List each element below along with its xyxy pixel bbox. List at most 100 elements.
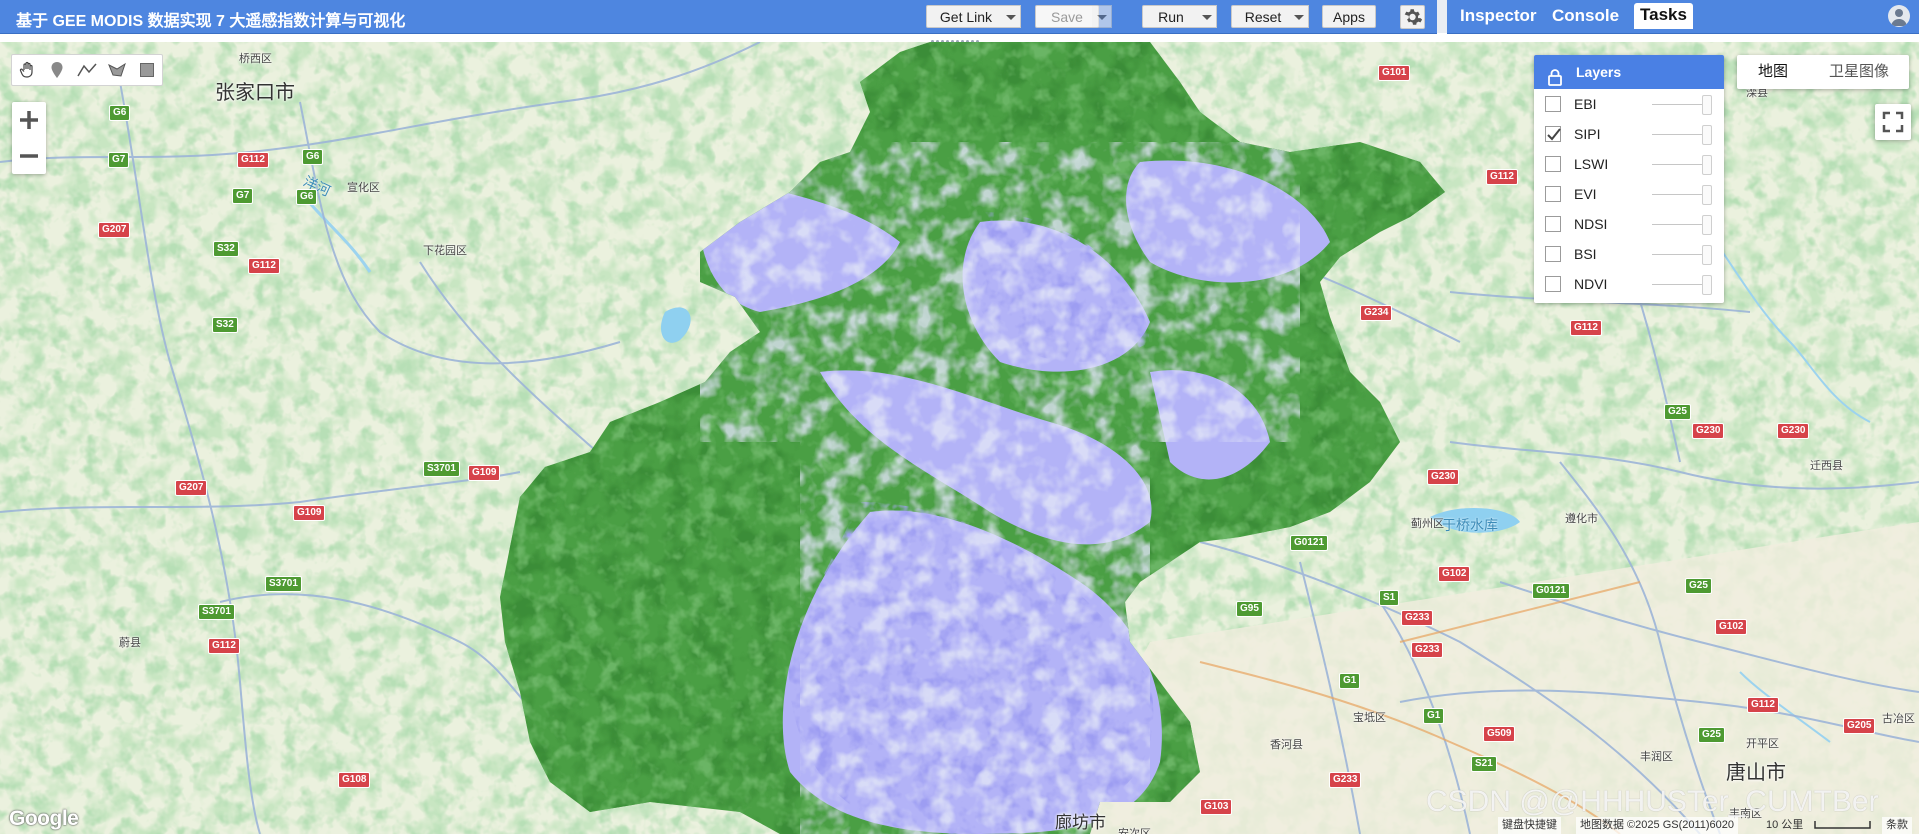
layers-header[interactable]: Layers xyxy=(1534,55,1724,89)
layer-name: EVI xyxy=(1574,186,1597,202)
road-shield: G95 xyxy=(1236,601,1263,617)
road-shield: G25 xyxy=(1685,578,1712,594)
polygon-tool-icon[interactable] xyxy=(102,55,132,85)
opacity-slider-track[interactable] xyxy=(1652,134,1708,135)
save-button[interactable]: Save xyxy=(1035,5,1099,28)
opacity-slider-track[interactable] xyxy=(1652,194,1708,195)
csdn-watermark: CSDN @@HHHUSTer_CUMTBer xyxy=(1426,785,1879,818)
layer-row-ndvi[interactable]: NDVI xyxy=(1534,269,1724,299)
district-label: 香河县 xyxy=(1270,739,1303,751)
layer-checkbox[interactable] xyxy=(1545,246,1561,262)
map-resize-handle[interactable] xyxy=(930,33,980,43)
opacity-slider-track[interactable] xyxy=(1652,224,1708,225)
reset-button[interactable]: Reset xyxy=(1231,5,1295,28)
keyboard-shortcuts-link[interactable]: 键盘快捷键 xyxy=(1498,817,1561,834)
road-shield: G103 xyxy=(1200,799,1233,815)
run-dropdown-icon[interactable] xyxy=(1197,5,1217,28)
road-shield: G233 xyxy=(1411,642,1444,658)
layer-checkbox[interactable] xyxy=(1545,276,1561,292)
opacity-slider-handle[interactable] xyxy=(1702,215,1712,235)
layer-checkbox[interactable] xyxy=(1545,156,1561,172)
opacity-slider-handle[interactable] xyxy=(1702,245,1712,265)
district-label: 蓟州区 xyxy=(1411,518,1444,530)
map-type-satellite[interactable]: 卫星图像 xyxy=(1809,55,1909,89)
zoom-in-icon[interactable] xyxy=(12,102,46,138)
get-link-dropdown-icon[interactable] xyxy=(1001,5,1021,28)
district-label: 下花园区 xyxy=(423,245,467,257)
layer-row-ndsi[interactable]: NDSI xyxy=(1534,209,1724,239)
road-shield: G112 xyxy=(1570,320,1602,336)
map-type-map[interactable]: 地图 xyxy=(1737,55,1809,89)
road-shield: S32 xyxy=(212,317,238,333)
fullscreen-icon[interactable] xyxy=(1875,104,1911,140)
road-shield: G207 xyxy=(98,222,131,238)
opacity-slider-track[interactable] xyxy=(1652,164,1708,165)
panel-divider[interactable] xyxy=(1437,0,1447,33)
district-label: 迁西县 xyxy=(1810,460,1843,472)
road-shield: G7 xyxy=(232,188,254,204)
user-avatar-icon[interactable] xyxy=(1888,5,1910,27)
layer-checkbox[interactable] xyxy=(1545,216,1561,232)
layer-row-evi[interactable]: EVI xyxy=(1534,179,1724,209)
road-shield: G233 xyxy=(1329,772,1362,788)
layer-name: LSWI xyxy=(1574,156,1609,172)
district-label: 开平区 xyxy=(1746,738,1779,750)
opacity-slider-handle[interactable] xyxy=(1702,125,1712,145)
layer-checkbox[interactable] xyxy=(1545,186,1561,202)
tab-tasks[interactable]: Tasks xyxy=(1634,3,1693,29)
line-tool-icon[interactable] xyxy=(72,55,102,85)
layer-row-ebi[interactable]: EBI xyxy=(1534,89,1724,119)
layer-name: NDVI xyxy=(1574,276,1608,292)
road-shield: S21 xyxy=(1471,756,1497,772)
opacity-slider-handle[interactable] xyxy=(1702,185,1712,205)
opacity-slider-track[interactable] xyxy=(1652,254,1708,255)
road-shield: G6 xyxy=(302,149,324,165)
water-label: 于桥水库 xyxy=(1442,517,1498,533)
opacity-slider-handle[interactable] xyxy=(1702,155,1712,175)
district-label: 蔚县 xyxy=(119,637,141,649)
road-shield: S3701 xyxy=(198,604,235,620)
rectangle-tool-icon[interactable] xyxy=(132,55,162,85)
road-shield: G109 xyxy=(468,465,501,481)
zoom-out-icon[interactable] xyxy=(12,138,46,174)
opacity-slider-track[interactable] xyxy=(1652,284,1708,285)
road-shield: G207 xyxy=(175,480,208,496)
script-title: 基于 GEE MODIS 数据实现 7 大遥感指数计算与可视化 xyxy=(16,13,406,30)
marker-icon[interactable] xyxy=(42,55,72,85)
tab-inspector[interactable]: Inspector xyxy=(1454,4,1543,30)
road-shield: G102 xyxy=(1715,619,1748,635)
road-shield: G1 xyxy=(1339,673,1361,689)
road-shield: G101 xyxy=(1378,65,1411,81)
road-shield: G230 xyxy=(1427,469,1460,485)
terms-link[interactable]: 条款 xyxy=(1882,817,1912,834)
layer-row-lswi[interactable]: LSWI xyxy=(1534,149,1724,179)
layer-name: NDSI xyxy=(1574,216,1608,232)
district-label: 桥西区 xyxy=(239,53,272,65)
opacity-slider-handle[interactable] xyxy=(1702,275,1712,295)
road-shield: G230 xyxy=(1777,423,1810,439)
layer-checkbox[interactable] xyxy=(1545,126,1561,142)
road-shield: G112 xyxy=(248,258,280,274)
apps-button[interactable]: Apps xyxy=(1322,5,1376,28)
get-link-button[interactable]: Get Link xyxy=(926,5,1006,28)
pan-hand-icon[interactable] xyxy=(12,55,42,85)
opacity-slider-track[interactable] xyxy=(1652,104,1708,105)
opacity-slider-handle[interactable] xyxy=(1702,95,1712,115)
layer-row-bsi[interactable]: BSI xyxy=(1534,239,1724,269)
save-dropdown-icon[interactable] xyxy=(1092,5,1112,28)
map-canvas[interactable]: 张家口市 唐山市 廊坊市 桥西区 宣化区 下花园区 蔚县 香河县 宝坻区 蓟州区… xyxy=(0,42,1919,834)
google-logo: Google xyxy=(9,807,79,830)
reset-dropdown-icon[interactable] xyxy=(1289,5,1309,28)
map-type-control: 地图 卫星图像 xyxy=(1737,55,1909,89)
layer-checkbox[interactable] xyxy=(1545,96,1561,112)
road-shield: S32 xyxy=(213,241,239,257)
layer-list: EBI SIPI LSWI EVI NDSI BSI NDVI xyxy=(1534,89,1724,299)
run-button[interactable]: Run xyxy=(1142,5,1200,28)
tab-console[interactable]: Console xyxy=(1546,4,1625,30)
road-shield: G509 xyxy=(1483,726,1516,742)
layer-row-sipi[interactable]: SIPI xyxy=(1534,119,1724,149)
road-shield: S3701 xyxy=(423,461,460,477)
road-shield: G109 xyxy=(293,505,326,521)
district-label: 丰润区 xyxy=(1640,751,1673,763)
settings-gear-icon[interactable] xyxy=(1400,5,1425,29)
